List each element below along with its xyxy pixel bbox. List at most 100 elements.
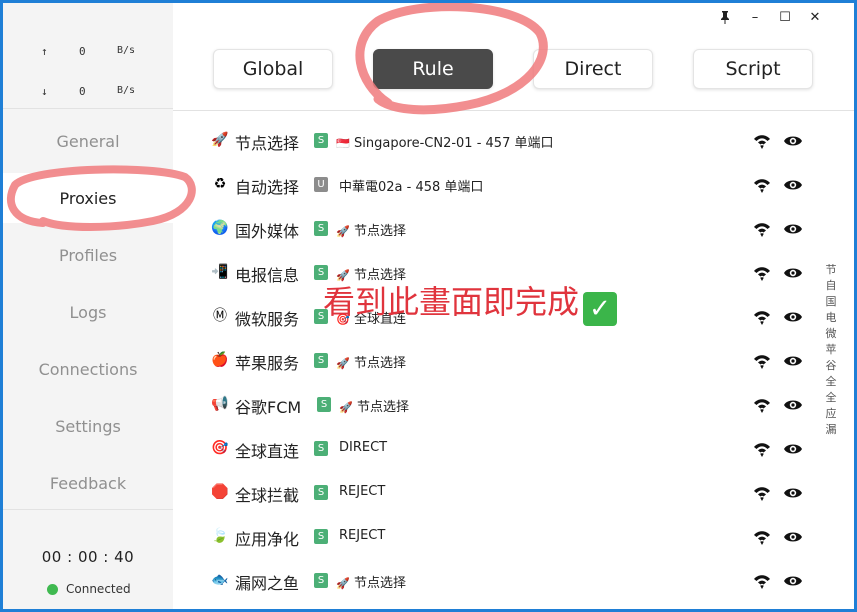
proxy-group-row[interactable]: ♻ 自动选择 U 中華電02a - 458 单端口	[173, 163, 813, 207]
mode-script-button[interactable]: Script	[693, 49, 813, 89]
mode-rule-button[interactable]: Rule	[373, 49, 493, 89]
selected-proxy-icon: 🇸🇬	[336, 137, 350, 150]
index-letter[interactable]: 电	[823, 310, 839, 326]
view-icon[interactable]	[783, 309, 803, 325]
group-name: 电报信息	[235, 266, 300, 285]
group-icon: 🐟	[211, 572, 229, 588]
close-button[interactable]: ✕	[804, 7, 826, 27]
index-letter[interactable]: 苹	[823, 342, 839, 358]
status-dot-icon	[47, 583, 58, 595]
maximize-icon: ☐	[779, 9, 791, 25]
latency-test-icon[interactable]	[753, 441, 771, 457]
index-letter[interactable]: 全	[823, 374, 839, 390]
latency-test-icon[interactable]	[753, 221, 771, 237]
selected-proxy[interactable]: 中華電02a - 458 单端口	[339, 176, 483, 195]
sidebar-item-settings[interactable]: Settings	[3, 401, 173, 451]
mode-direct-button[interactable]: Direct	[533, 49, 653, 89]
selected-proxy-label: REJECT	[339, 528, 386, 543]
index-letter[interactable]: 节	[823, 262, 839, 278]
upload-value: 0	[79, 45, 86, 58]
group-name: 苹果服务	[235, 354, 300, 373]
proxy-group-row[interactable]: 🎯 全球直连 S DIRECT	[173, 427, 813, 471]
selected-proxy-icon: 🚀	[336, 225, 350, 238]
pin-icon[interactable]	[714, 7, 736, 27]
latency-test-icon[interactable]	[753, 529, 771, 545]
mode-bar: Global Rule Direct Script	[173, 31, 854, 111]
connection-status[interactable]: Connected	[47, 582, 131, 596]
check-mark-icon: ✓	[583, 292, 618, 326]
mode-global-button[interactable]: Global	[213, 49, 333, 89]
selected-proxy[interactable]: REJECT	[339, 528, 385, 543]
view-icon[interactable]	[783, 265, 803, 281]
view-icon[interactable]	[783, 485, 803, 501]
proxy-group-row[interactable]: 📢 谷歌FCM S 🚀 节点选择	[173, 383, 813, 427]
minimize-button[interactable]: –	[744, 7, 766, 27]
view-icon[interactable]	[783, 353, 803, 369]
group-type-badge: U	[314, 177, 328, 192]
selected-proxy-label: 节点选择	[357, 400, 410, 415]
latency-test-icon[interactable]	[753, 309, 771, 325]
selected-proxy[interactable]: 🇸🇬 Singapore-CN2-01 - 457 单端口	[336, 132, 553, 151]
proxy-group-row[interactable]: 🐟 漏网之鱼 S 🚀 节点选择	[173, 559, 813, 603]
proxy-group-row[interactable]: 🍎 苹果服务 S 🚀 节点选择	[173, 339, 813, 383]
view-icon[interactable]	[783, 441, 803, 457]
sidebar-item-connections[interactable]: Connections	[3, 344, 173, 394]
group-name: 节点选择	[235, 134, 300, 153]
upload-arrow-icon: ↑	[41, 45, 48, 58]
status-panel: 00 : 00 : 40 Connected	[3, 509, 173, 609]
group-index-bar[interactable]: 节自国电微苹谷全全应漏	[823, 262, 839, 438]
view-icon[interactable]	[783, 529, 803, 545]
selected-proxy-label: 中華電02a - 458 单端口	[339, 180, 484, 195]
sidebar-item-general[interactable]: General	[3, 116, 173, 166]
status-label: Connected	[66, 582, 131, 596]
index-letter[interactable]: 谷	[823, 358, 839, 374]
selected-proxy-label: 节点选择	[354, 224, 407, 239]
latency-test-icon[interactable]	[753, 485, 771, 501]
selected-proxy-label: 节点选择	[354, 356, 407, 371]
latency-test-icon[interactable]	[753, 177, 771, 193]
group-icon: 🛑	[211, 484, 229, 500]
maximize-button[interactable]: ☐	[774, 7, 796, 27]
group-type-badge: S	[314, 485, 328, 500]
sidebar-item-proxies[interactable]: Proxies	[3, 173, 173, 223]
proxy-group-row[interactable]: 🌍 国外媒体 S 🚀 节点选择	[173, 207, 813, 251]
title-bar: – ☐ ✕	[714, 3, 854, 31]
index-letter[interactable]: 漏	[823, 422, 839, 438]
latency-test-icon[interactable]	[753, 573, 771, 589]
index-letter[interactable]: 微	[823, 326, 839, 342]
index-letter[interactable]: 国	[823, 294, 839, 310]
group-icon: Ⓜ	[213, 308, 227, 324]
sidebar-item-feedback[interactable]: Feedback	[3, 458, 173, 508]
proxy-group-row[interactable]: 🛑 全球拦截 S REJECT	[173, 471, 813, 515]
sidebar-item-profiles[interactable]: Profiles	[3, 230, 173, 280]
selected-proxy[interactable]: 🚀 节点选择	[336, 572, 406, 591]
selected-proxy-icon: 🚀	[339, 401, 353, 414]
selected-proxy[interactable]: 🚀 节点选择	[336, 352, 406, 371]
group-name: 漏网之鱼	[235, 574, 300, 593]
index-letter[interactable]: 应	[823, 406, 839, 422]
proxy-group-row[interactable]: 🍃 应用净化 S REJECT	[173, 515, 813, 559]
sidebar-item-logs[interactable]: Logs	[3, 287, 173, 337]
selected-proxy[interactable]: 🚀 节点选择	[336, 220, 406, 239]
proxy-group-row[interactable]: 🚀 节点选择 S 🇸🇬 Singapore-CN2-01 - 457 单端口	[173, 119, 813, 163]
sidebar: ↑ 0 B/s ↓ 0 B/s General Proxies Profiles…	[3, 3, 173, 609]
index-letter[interactable]: 全	[823, 390, 839, 406]
selected-proxy[interactable]: DIRECT	[339, 440, 387, 455]
view-icon[interactable]	[783, 221, 803, 237]
group-icon: 🌍	[211, 220, 229, 236]
view-icon[interactable]	[783, 177, 803, 193]
view-icon[interactable]	[783, 397, 803, 413]
latency-test-icon[interactable]	[753, 265, 771, 281]
view-icon[interactable]	[783, 573, 803, 589]
latency-test-icon[interactable]	[753, 133, 771, 149]
group-icon: 📢	[211, 396, 229, 412]
latency-test-icon[interactable]	[753, 353, 771, 369]
view-icon[interactable]	[783, 133, 803, 149]
selected-proxy[interactable]: REJECT	[339, 484, 385, 499]
index-letter[interactable]: 自	[823, 278, 839, 294]
group-name: 应用净化	[235, 530, 300, 549]
latency-test-icon[interactable]	[753, 397, 771, 413]
selected-proxy[interactable]: 🚀 节点选择	[339, 396, 409, 415]
proxy-group-list: 🚀 节点选择 S 🇸🇬 Singapore-CN2-01 - 457 单端口 ♻ 自动选择 U…	[173, 111, 854, 609]
uptime-timer: 00 : 00 : 40	[41, 548, 135, 566]
